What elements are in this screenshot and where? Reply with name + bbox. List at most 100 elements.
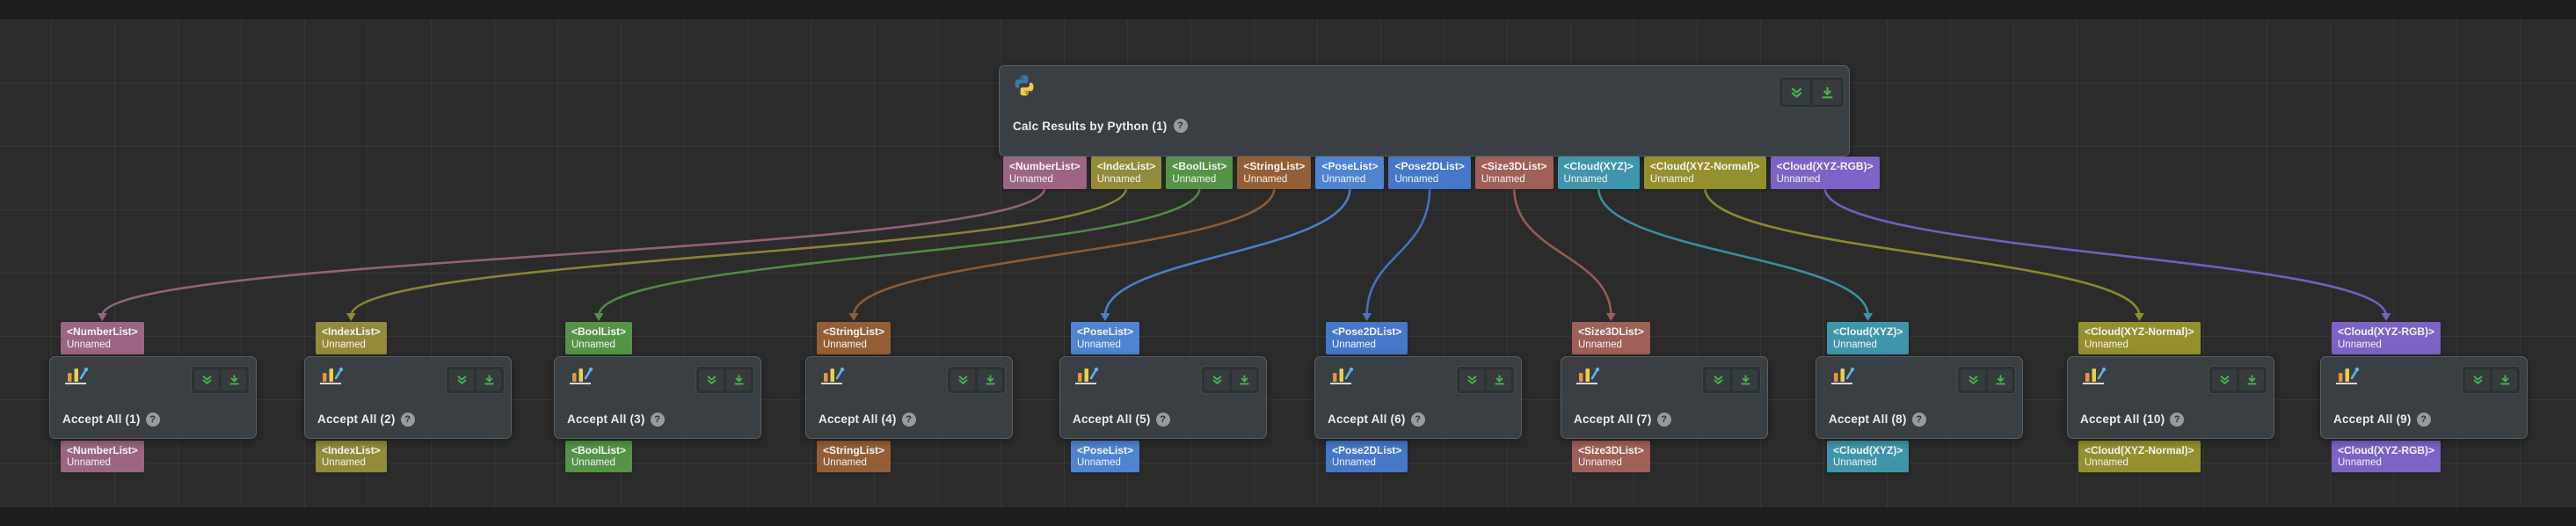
help-badge[interactable]: ?	[2417, 413, 2431, 427]
accept-all-step-icon	[1327, 363, 1355, 392]
output-toggle-button[interactable]	[477, 369, 501, 391]
step-node-body[interactable]: Accept All (9)?	[2320, 356, 2528, 439]
step-node-accept-all[interactable]: <Cloud(XYZ-Normal)>UnnamedAccept All (10…	[2067, 322, 2274, 472]
output-port[interactable]: <StringList>Unnamed	[817, 441, 891, 473]
output-toggle-button[interactable]	[726, 369, 751, 391]
collapse-ports-button[interactable]	[1706, 369, 1730, 391]
step-node-body[interactable]: Accept All (2)?	[304, 356, 512, 439]
step-node-body[interactable]: Accept All (6)?	[1314, 356, 1522, 439]
connection-wire[interactable]	[599, 188, 1199, 316]
step-node-accept-all[interactable]: <Size3DList>UnnamedAccept All (7)?<Size3…	[1561, 322, 1768, 472]
output-toggle-button[interactable]	[978, 369, 1002, 391]
output-port[interactable]: <Pose2DList>Unnamed	[1326, 441, 1408, 473]
collapse-ports-button[interactable]	[1782, 80, 1810, 105]
collapse-ports-button[interactable]	[1459, 369, 1484, 391]
connection-wire[interactable]	[1105, 188, 1350, 316]
output-port[interactable]: <Cloud(XYZ)>Unnamed	[1827, 441, 1909, 473]
step-node-accept-all[interactable]: <BoolList>UnnamedAccept All (3)?<BoolLis…	[554, 322, 761, 472]
step-node-body[interactable]: Accept All (7)?	[1561, 356, 1768, 439]
output-port[interactable]: <IndexList>Unnamed	[316, 441, 387, 473]
connection-wire[interactable]	[1705, 188, 2139, 316]
connection-wire[interactable]	[1367, 188, 1430, 316]
collapse-ports-button[interactable]	[1204, 369, 1229, 391]
output-port-NumberList[interactable]: <NumberList>Unnamed	[1003, 157, 1087, 189]
step-node-accept-all[interactable]: <NumberList>UnnamedAccept All (1)?<Numbe…	[49, 322, 257, 472]
output-port-PoseList[interactable]: <PoseList>Unnamed	[1315, 157, 1384, 189]
help-badge[interactable]: ?	[1156, 413, 1170, 427]
output-toggle-button[interactable]	[2492, 369, 2517, 391]
step-node-accept-all[interactable]: <Cloud(XYZ)>UnnamedAccept All (8)?<Cloud…	[1816, 322, 2023, 472]
input-port[interactable]: <Cloud(XYZ-RGB)>Unnamed	[2332, 322, 2441, 354]
connection-wire[interactable]	[102, 188, 1044, 316]
output-toggle-button[interactable]	[1988, 369, 2012, 391]
output-port-BoolList[interactable]: <BoolList>Unnamed	[1166, 157, 1233, 189]
step-node-calc-results-by-python[interactable]: Calc Results by Python (1) ?	[999, 65, 1850, 157]
output-port-StringList[interactable]: <StringList>Unnamed	[1237, 157, 1311, 189]
input-port[interactable]: <Cloud(XYZ-Normal)>Unnamed	[2078, 322, 2201, 354]
connection-wire[interactable]	[1514, 188, 1611, 316]
output-port[interactable]: <Cloud(XYZ-RGB)>Unnamed	[2332, 441, 2441, 473]
output-toggle-button[interactable]	[1232, 369, 1256, 391]
input-port[interactable]: <PoseList>Unnamed	[1071, 322, 1139, 354]
collapse-ports-button[interactable]	[1961, 369, 1985, 391]
step-node-body[interactable]: Accept All (1)?	[49, 356, 257, 439]
output-port[interactable]: <BoolList>Unnamed	[565, 441, 632, 473]
output-port[interactable]: <PoseList>Unnamed	[1071, 441, 1139, 473]
wire-arrowhead-icon	[1863, 313, 1873, 321]
step-node-body[interactable]: Accept All (10)?	[2067, 356, 2274, 439]
output-toggle-button[interactable]	[1487, 369, 1511, 391]
connection-wire[interactable]	[1598, 188, 1867, 316]
collapse-ports-button[interactable]	[2465, 369, 2490, 391]
step-node-body[interactable]: Accept All (4)?	[805, 356, 1013, 439]
input-port[interactable]: <BoolList>Unnamed	[565, 322, 632, 354]
output-port-Size3DList[interactable]: <Size3DList>Unnamed	[1475, 157, 1554, 189]
step-node-accept-all[interactable]: <StringList>UnnamedAccept All (4)?<Strin…	[805, 322, 1013, 472]
port-type-label: <Pose2DList>	[1332, 325, 1401, 339]
help-badge[interactable]: ?	[401, 413, 415, 427]
input-port[interactable]: <Size3DList>Unnamed	[1572, 322, 1650, 354]
step-node-accept-all[interactable]: <Pose2DList>UnnamedAccept All (6)?<Pose2…	[1314, 322, 1522, 472]
collapse-ports-button[interactable]	[2212, 369, 2237, 391]
connection-wire[interactable]	[351, 188, 1126, 316]
output-port[interactable]: <Size3DList>Unnamed	[1572, 441, 1650, 473]
connection-wire[interactable]	[854, 188, 1274, 316]
help-badge[interactable]: ?	[146, 413, 160, 427]
output-port-IndexList[interactable]: <IndexList>Unnamed	[1091, 157, 1162, 189]
help-badge[interactable]: ?	[2170, 413, 2184, 427]
output-port[interactable]: <NumberList>Unnamed	[61, 441, 144, 473]
step-node-body[interactable]: Accept All (8)?	[1816, 356, 2023, 439]
port-name-label: Unnamed	[1009, 173, 1081, 186]
step-node-body[interactable]: Accept All (5)?	[1059, 356, 1267, 439]
help-badge[interactable]: ?	[1174, 119, 1188, 133]
output-port-CloudXYZNormal[interactable]: <Cloud(XYZ-Normal)>Unnamed	[1644, 157, 1766, 189]
output-toggle-button[interactable]	[222, 369, 246, 391]
node-editor-canvas[interactable]: Calc Results by Python (1) ? <NumberList…	[0, 0, 2576, 526]
step-node-body[interactable]: Accept All (3)?	[554, 356, 761, 439]
collapse-ports-button[interactable]	[950, 369, 975, 391]
collapse-ports-button[interactable]	[194, 369, 219, 391]
output-port-CloudXYZ[interactable]: <Cloud(XYZ)>Unnamed	[1558, 157, 1640, 189]
connection-wire[interactable]	[1825, 188, 2386, 316]
input-port[interactable]: <StringList>Unnamed	[817, 322, 891, 354]
output-port[interactable]: <Cloud(XYZ-Normal)>Unnamed	[2078, 441, 2201, 473]
output-toggle-button[interactable]	[1813, 80, 1841, 105]
step-node-accept-all[interactable]: <Cloud(XYZ-RGB)>UnnamedAccept All (9)?<C…	[2320, 322, 2528, 472]
step-node-accept-all[interactable]: <IndexList>UnnamedAccept All (2)?<IndexL…	[304, 322, 512, 472]
output-toggle-button[interactable]	[1733, 369, 1757, 391]
collapse-ports-button[interactable]	[449, 369, 474, 391]
help-badge[interactable]: ?	[1411, 413, 1425, 427]
input-port[interactable]: <IndexList>Unnamed	[316, 322, 387, 354]
step-node-accept-all[interactable]: <PoseList>UnnamedAccept All (5)?<PoseLis…	[1059, 322, 1267, 472]
output-port-Pose2DList[interactable]: <Pose2DList>Unnamed	[1388, 157, 1470, 189]
help-badge[interactable]: ?	[1912, 413, 1926, 427]
input-port[interactable]: <NumberList>Unnamed	[61, 322, 144, 354]
help-badge[interactable]: ?	[902, 413, 916, 427]
output-port-CloudXYZRGB[interactable]: <Cloud(XYZ-RGB)>Unnamed	[1771, 157, 1880, 189]
input-port[interactable]: <Cloud(XYZ)>Unnamed	[1827, 322, 1909, 354]
input-port[interactable]: <Pose2DList>Unnamed	[1326, 322, 1408, 354]
arrow-down-icon	[1995, 375, 2006, 385]
help-badge[interactable]: ?	[1657, 413, 1671, 427]
help-badge[interactable]: ?	[651, 413, 665, 427]
collapse-ports-button[interactable]	[699, 369, 724, 391]
output-toggle-button[interactable]	[2239, 369, 2264, 391]
